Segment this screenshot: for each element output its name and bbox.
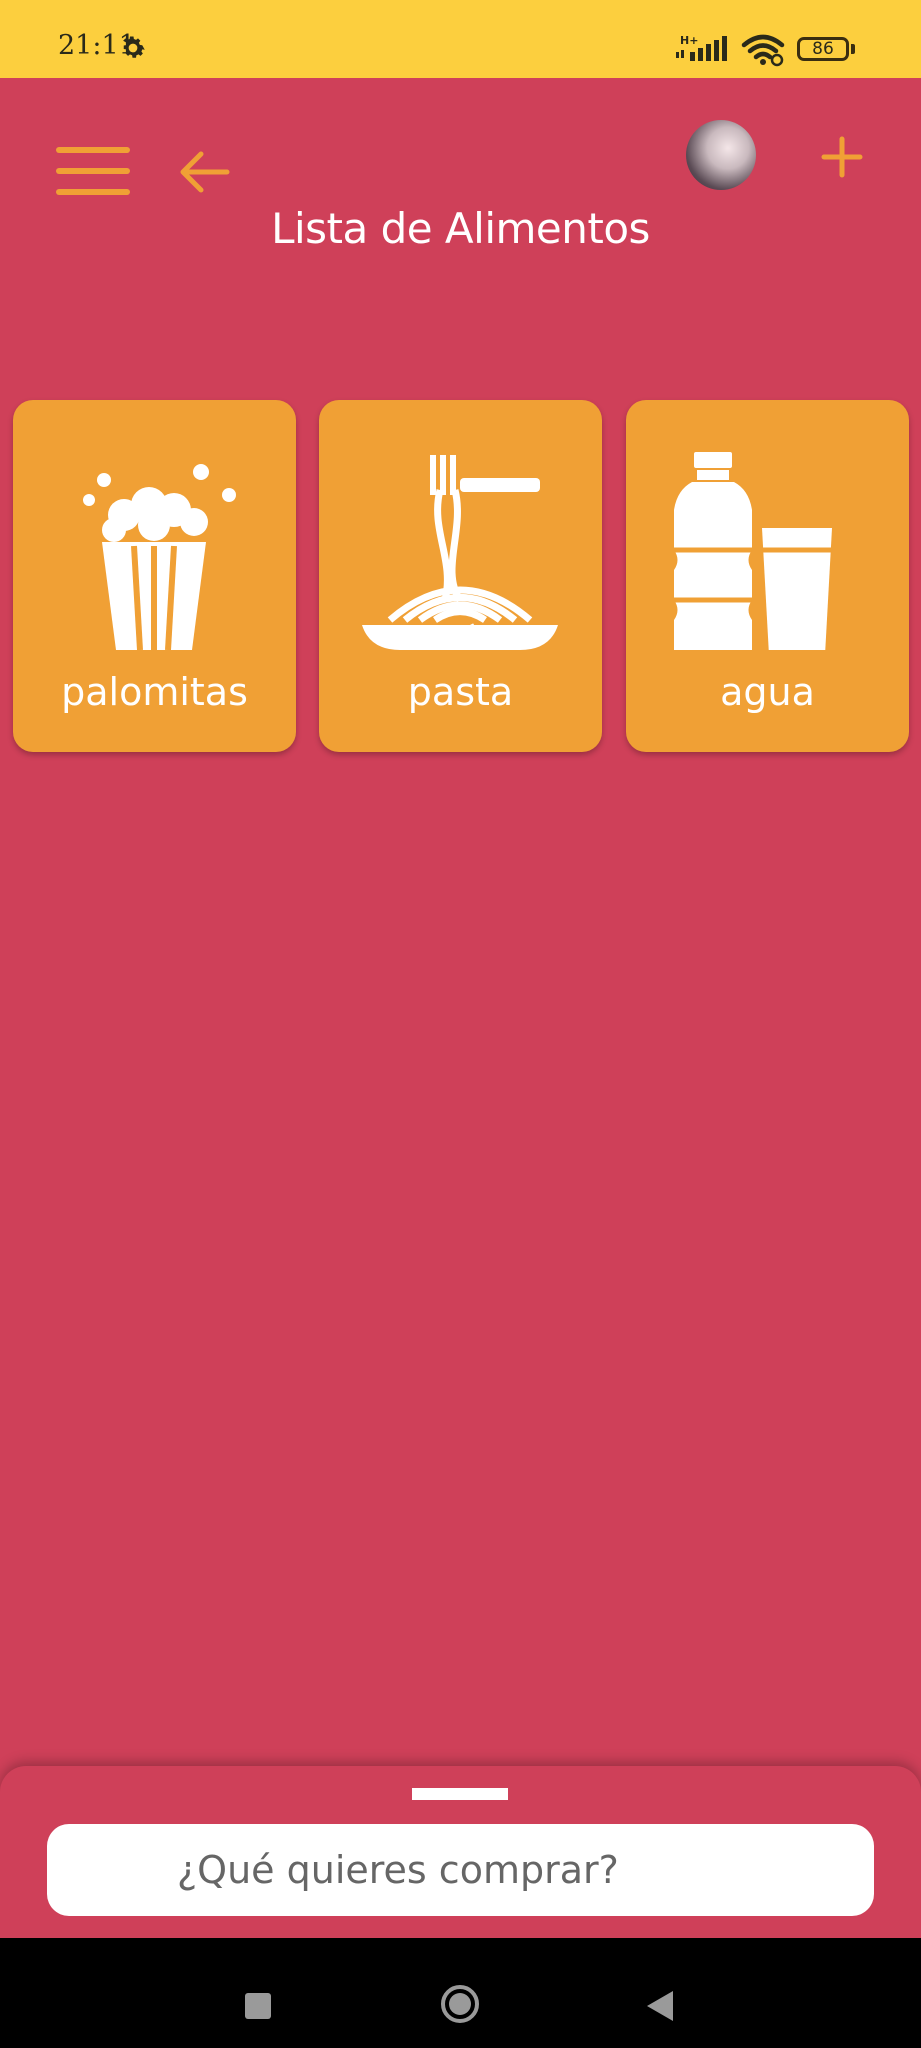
home-icon[interactable] bbox=[440, 1984, 480, 2024]
battery-icon: 86 bbox=[797, 37, 849, 61]
back-arrow-icon[interactable] bbox=[175, 147, 231, 197]
drag-handle[interactable] bbox=[412, 1788, 508, 1800]
spaghetti-icon bbox=[362, 455, 558, 650]
recent-apps-icon[interactable] bbox=[245, 1993, 271, 2019]
navigation-bar bbox=[0, 1938, 921, 2048]
plus-icon[interactable] bbox=[820, 135, 864, 179]
food-label: pasta bbox=[407, 670, 514, 714]
food-card-palomitas[interactable]: palomitas bbox=[13, 400, 296, 752]
popcorn-icon bbox=[83, 464, 236, 650]
avatar[interactable] bbox=[686, 120, 756, 190]
water-bottle-icon bbox=[674, 452, 832, 650]
app-screen: 21:11 H+ 86 Lista de Alimentos palomitas… bbox=[0, 0, 921, 2048]
search-input[interactable] bbox=[47, 1824, 874, 1916]
menu-icon[interactable] bbox=[56, 145, 130, 197]
signal-icon bbox=[676, 36, 727, 61]
food-label: agua bbox=[720, 670, 815, 714]
bottom-sheet bbox=[0, 1766, 921, 1938]
battery-tip bbox=[851, 44, 855, 54]
status-bar: 21:11 H+ 86 bbox=[0, 0, 921, 78]
food-card-pasta[interactable]: pasta bbox=[319, 400, 602, 752]
food-card-agua[interactable]: agua bbox=[626, 400, 909, 752]
page-title: Lista de Alimentos bbox=[271, 204, 650, 253]
gear-icon bbox=[123, 36, 145, 58]
back-icon[interactable] bbox=[645, 1989, 675, 2023]
food-label: palomitas bbox=[61, 670, 248, 714]
wifi-icon bbox=[741, 34, 785, 67]
